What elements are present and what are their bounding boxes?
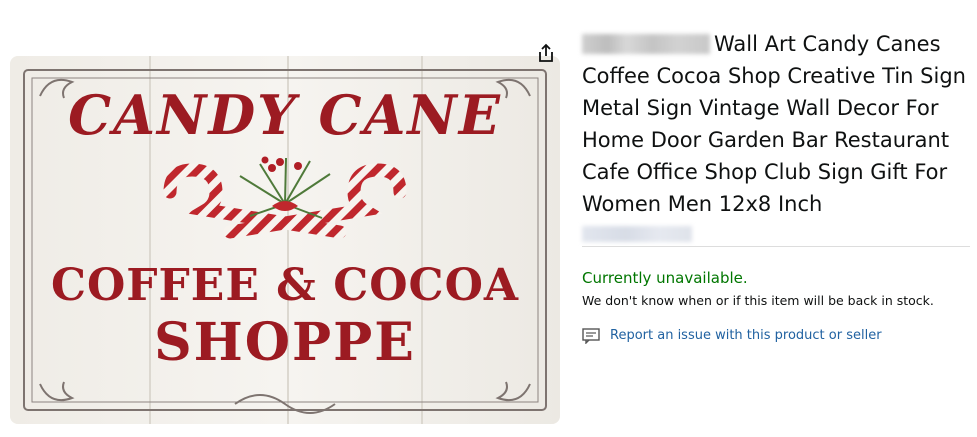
share-icon — [539, 43, 553, 62]
divider — [582, 246, 970, 247]
availability-status: Currently unavailable. — [582, 269, 748, 287]
sign-line-1: CANDY CANE — [68, 83, 502, 147]
report-issue-label: Report an issue with this product or sel… — [610, 328, 882, 343]
byline-redacted[interactable] — [582, 226, 692, 242]
sign-line-3: SHOPPE — [154, 312, 416, 373]
share-button[interactable] — [533, 40, 559, 66]
product-image-block[interactable]: CANDY CANE COFFEE & COCOA SHOPPE — [10, 43, 560, 424]
report-issue-link[interactable]: Report an issue with this product or sel… — [582, 327, 972, 345]
product-info: Wall Art Candy Canes Coffee Cocoa Shop C… — [582, 28, 972, 345]
sign-artwork: CANDY CANE COFFEE & COCOA SHOPPE — [10, 56, 560, 424]
message-report-icon — [582, 328, 600, 344]
sign-line-2: COFFEE & COCOA — [51, 260, 519, 311]
product-image[interactable]: CANDY CANE COFFEE & COCOA SHOPPE — [10, 56, 560, 424]
brand-redacted — [582, 34, 710, 54]
product-title-container: Wall Art Candy Canes Coffee Cocoa Shop C… — [582, 28, 972, 220]
stock-note: We don't know when or if this item will … — [582, 293, 934, 308]
product-title: Wall Art Candy Canes Coffee Cocoa Shop C… — [582, 32, 966, 216]
